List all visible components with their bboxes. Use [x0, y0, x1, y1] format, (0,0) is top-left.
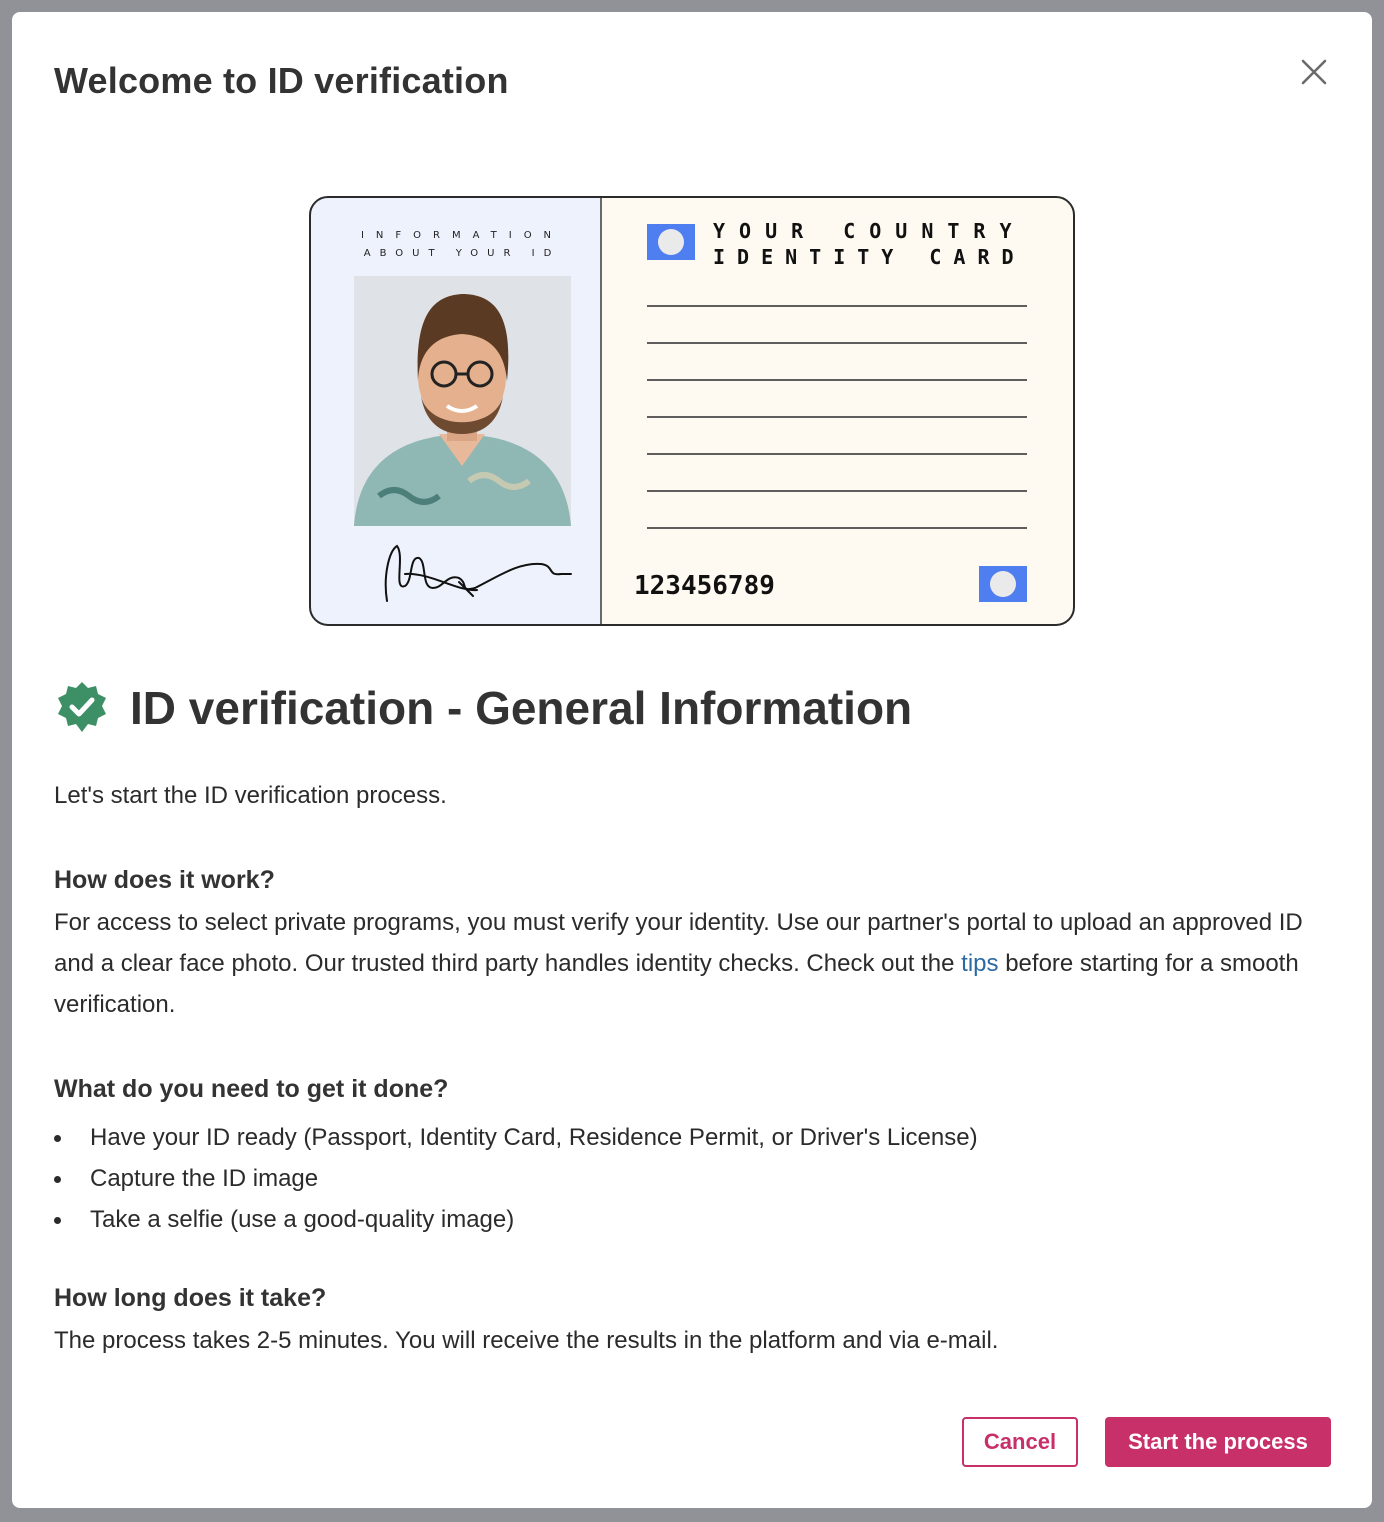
- card-left-line2: ABOUT YOUR ID: [364, 248, 561, 259]
- start-process-button[interactable]: Start the process: [1105, 1417, 1331, 1467]
- intro-text: Let's start the ID verification process.: [54, 782, 447, 809]
- modal-title: Welcome to ID verification: [54, 60, 509, 101]
- cancel-button[interactable]: Cancel: [962, 1417, 1078, 1467]
- person-photo: [354, 276, 571, 526]
- duration-title: How long does it take?: [54, 1284, 327, 1312]
- card-right-line1: YOUR COUNTRY: [713, 219, 1026, 243]
- close-icon: [1301, 59, 1327, 85]
- info-heading-row: ID verification - General Information: [54, 680, 912, 736]
- list-item: Have your ID ready (Passport, Identity C…: [54, 1117, 978, 1158]
- close-button[interactable]: [1292, 50, 1336, 94]
- info-heading: ID verification - General Information: [130, 682, 913, 734]
- verified-badge-icon: [58, 682, 106, 732]
- how-it-works-title: How does it work?: [54, 866, 275, 894]
- duration-text: The process takes 2-5 minutes. You will …: [54, 1327, 999, 1354]
- tips-link[interactable]: tips: [961, 950, 998, 977]
- card-number: 123456789: [634, 571, 775, 601]
- card-left-line1: INFORMATION: [361, 230, 563, 241]
- list-item: Capture the ID image: [54, 1158, 978, 1199]
- list-item: Take a selfie (use a good-quality image): [54, 1199, 978, 1240]
- id-verification-modal: Welcome to ID verification INFORMATION A…: [12, 12, 1372, 1508]
- requirements-title: What do you need to get it done?: [54, 1075, 449, 1103]
- card-right-line2: IDENTITY CARD: [713, 245, 1026, 269]
- requirements-list: Have your ID ready (Passport, Identity C…: [54, 1117, 978, 1240]
- id-card-illustration: INFORMATION ABOUT YOUR ID YOUR COUNTRY I…: [309, 196, 1075, 626]
- how-it-works-text: For access to select private programs, y…: [54, 902, 1344, 1025]
